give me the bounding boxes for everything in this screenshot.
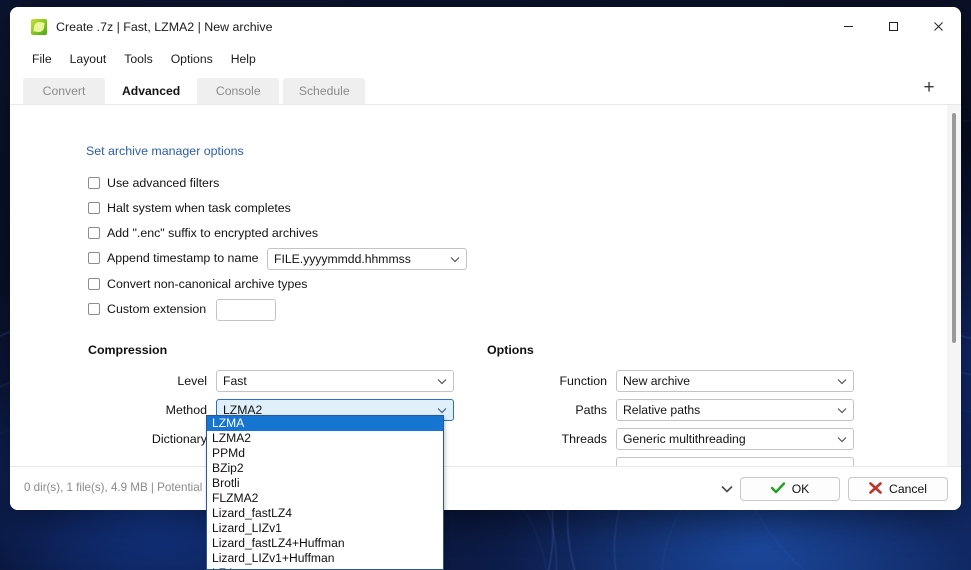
label-function: Function [559, 374, 607, 388]
paths-combo[interactable]: Relative paths [616, 399, 854, 421]
checkbox-label: Custom extension [107, 302, 207, 316]
function-value: New archive [623, 374, 691, 388]
advanced-panel: Set archive manager options Use advanced… [10, 104, 961, 510]
chevron-down-icon [437, 374, 447, 388]
checkbox-box [88, 177, 100, 189]
dropdown-option[interactable]: Lizard_LIZv1 [207, 521, 443, 536]
chevron-down-icon [837, 403, 847, 417]
checkbox-add-enc-suffix[interactable]: Add ".enc" suffix to encrypted archives [88, 226, 318, 240]
custom-extension-input[interactable] [216, 299, 276, 321]
x-icon [869, 481, 882, 497]
checkbox-label: Append timestamp to name [107, 251, 259, 265]
checkbox-box [88, 227, 100, 239]
archive-manager-window: Create .7z | Fast, LZMA2 | New archive F… [10, 7, 961, 510]
checkbox-label: Convert non-canonical archive types [107, 277, 308, 291]
menu-item-tools[interactable]: Tools [115, 50, 161, 68]
label-threads: Threads [561, 432, 607, 446]
cancel-button-label: Cancel [889, 482, 927, 496]
checkbox-custom-extension[interactable]: Custom extension [88, 302, 206, 316]
threads-value: Generic multithreading [623, 432, 746, 446]
checkbox-box [88, 303, 100, 315]
ok-button[interactable]: OK [740, 477, 840, 501]
tab-convert[interactable]: Convert [23, 78, 105, 104]
close-icon[interactable] [916, 7, 961, 46]
dialog-bottom-bar: 0 dir(s), 1 file(s), 4.9 MB | Potential … [10, 466, 961, 510]
checkbox-box [88, 278, 100, 290]
desktop-background: Create .7z | Fast, LZMA2 | New archive F… [0, 0, 971, 570]
dropdown-option[interactable]: Lizard_LIZv1+Huffman [207, 551, 443, 566]
check-icon [770, 481, 785, 497]
dropdown-option[interactable]: LZ4 [207, 566, 443, 569]
dropdown-option[interactable]: Lizard_fastLZ4+Huffman [207, 536, 443, 551]
tab-schedule[interactable]: Schedule [283, 78, 366, 104]
tab-strip: Convert Advanced Console Schedule + [10, 71, 961, 104]
dropdown-option[interactable]: BZip2 [207, 461, 443, 476]
method-dropdown-list[interactable]: LZMA LZMA2 PPMd BZip2 Brotli FLZMA2 Liza… [206, 415, 444, 570]
menu-item-help[interactable]: Help [222, 50, 265, 68]
chevron-down-icon [837, 374, 847, 388]
dropdown-option[interactable]: LZMA [207, 416, 443, 432]
label-paths: Paths [575, 403, 607, 417]
scrollbar-thumb[interactable] [952, 113, 956, 343]
timestamp-format-combo[interactable]: FILE.yyyymmdd.hhmmss [267, 248, 467, 270]
function-combo[interactable]: New archive [616, 370, 854, 392]
dropdown-option[interactable]: Lizard_fastLZ4 [207, 506, 443, 521]
title-bar: Create .7z | Fast, LZMA2 | New archive [10, 7, 961, 46]
label-level: Level [177, 374, 207, 388]
vertical-scrollbar[interactable] [947, 105, 961, 466]
checkbox-label: Add ".enc" suffix to encrypted archives [107, 226, 319, 240]
menu-bar: File Layout Tools Options Help [10, 46, 961, 71]
paths-value: Relative paths [623, 403, 701, 417]
options-section-title: Options [487, 343, 534, 357]
maximize-icon[interactable] [871, 7, 916, 46]
timestamp-format-value: FILE.yyyymmdd.hhmmss [274, 252, 411, 266]
status-text: 0 dir(s), 1 file(s), 4.9 MB | Potential [24, 481, 203, 494]
menu-item-options[interactable]: Options [162, 50, 222, 68]
tab-console[interactable]: Console [197, 78, 280, 104]
ok-button-label: OK [791, 482, 810, 496]
window-controls [826, 7, 961, 46]
add-tab-button[interactable]: + [917, 75, 941, 99]
window-title: Create .7z | Fast, LZMA2 | New archive [56, 19, 273, 34]
level-combo[interactable]: Fast [216, 370, 454, 392]
minimize-icon[interactable] [826, 7, 871, 46]
compression-section-title: Compression [88, 343, 168, 357]
chevron-down-icon[interactable] [721, 480, 733, 498]
level-value: Fast [223, 374, 247, 388]
chevron-down-icon [450, 252, 460, 266]
dropdown-option[interactable]: LZMA2 [207, 431, 443, 446]
options-scroll-area: Set archive manager options Use advanced… [10, 105, 947, 510]
threads-combo[interactable]: Generic multithreading [616, 428, 854, 450]
tab-advanced[interactable]: Advanced [109, 78, 194, 104]
dropdown-option[interactable]: FLZMA2 [207, 491, 443, 506]
checkbox-convert-non-canonical-archive-types[interactable]: Convert non-canonical archive types [88, 277, 307, 291]
menu-item-file[interactable]: File [23, 50, 61, 68]
chevron-down-icon [837, 432, 847, 446]
label-method: Method [165, 403, 207, 417]
menu-item-layout[interactable]: Layout [61, 50, 116, 68]
checkbox-use-advanced-filters[interactable]: Use advanced filters [88, 176, 219, 190]
dropdown-option[interactable]: Brotli [207, 476, 443, 491]
peazip-icon [31, 18, 47, 35]
dropdown-option[interactable]: PPMd [207, 446, 443, 461]
checkbox-box [88, 202, 100, 214]
checkbox-append-timestamp-to-name[interactable]: Append timestamp to name [88, 251, 259, 265]
checkbox-box [88, 252, 100, 264]
cancel-button[interactable]: Cancel [848, 477, 948, 501]
checkbox-label: Halt system when task completes [107, 201, 291, 215]
label-dictionary: Dictionary [151, 432, 207, 446]
checkbox-label: Use advanced filters [107, 176, 220, 190]
checkbox-halt-system-when-task-completes[interactable]: Halt system when task completes [88, 201, 291, 215]
set-archive-manager-options-link[interactable]: Set archive manager options [86, 144, 244, 158]
